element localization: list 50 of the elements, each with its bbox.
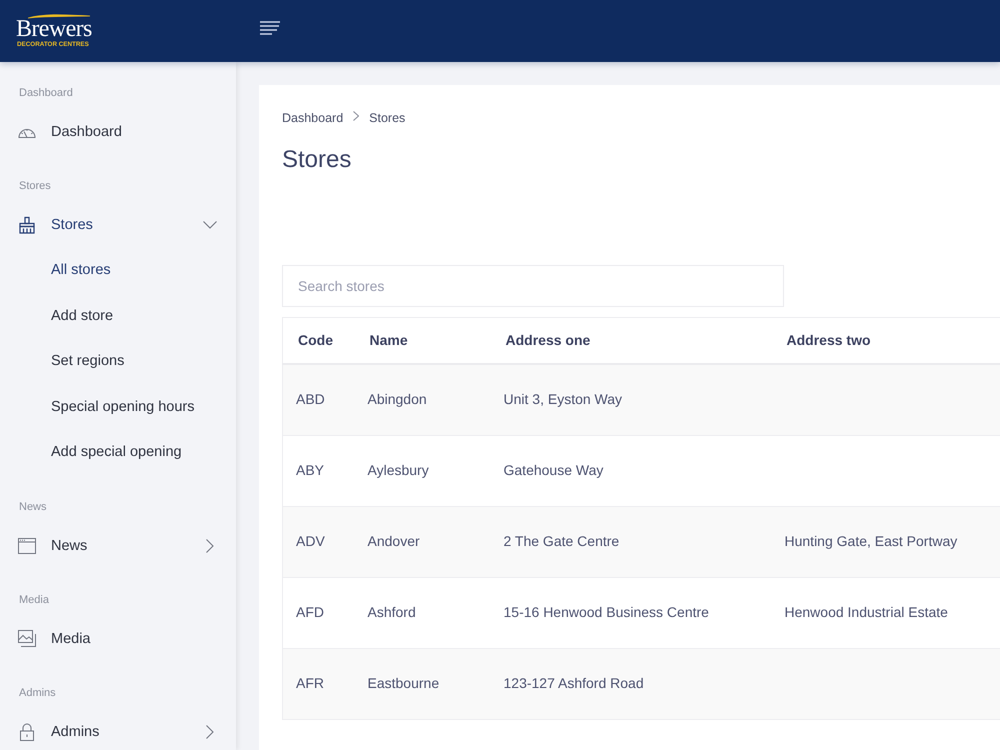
column-header: Address two (786, 332, 871, 348)
chevron-right-icon (353, 110, 360, 120)
breadcrumb-link[interactable]: Dashboard (282, 108, 344, 128)
table-cell: Hunting Gate, East Portway (784, 533, 958, 549)
section-heading: News (18, 500, 48, 514)
table-cell: Aylesbury (368, 462, 429, 478)
image-icon (18, 630, 36, 647)
brand-name: Brewers (16, 18, 92, 38)
table-cell: 123-127 Ashford Road (504, 675, 644, 691)
table-cell: Henwood Industrial Estate (784, 604, 948, 620)
column-header: Address one (506, 332, 590, 348)
browser-window-icon (18, 538, 36, 554)
sidebar-subitem[interactable]: Set regions (0, 339, 236, 384)
sidebar-subitem[interactable]: Special opening hours (0, 384, 236, 430)
sidebar-item[interactable]: News (0, 522, 236, 568)
sidebar-item[interactable]: Media (0, 616, 236, 662)
menu-button[interactable] (260, 21, 280, 35)
table-cell: Gatehouse Way (504, 462, 604, 478)
column-header: Code (298, 332, 333, 348)
menu-icon (260, 21, 280, 35)
table-cell: Eastbourne (368, 675, 440, 691)
table-cell: Abingdon (368, 391, 427, 407)
table-cell: 2 The Gate Centre (504, 533, 620, 549)
section-heading: Dashboard (18, 86, 74, 101)
table-cell: Ashford (368, 604, 416, 620)
section-heading: Stores (18, 179, 52, 194)
table-cell: 15-16 Henwood Business Centre (504, 604, 709, 620)
table-cell: ABY (296, 462, 324, 478)
table-cell: ADV (296, 533, 325, 549)
section-heading: Media (18, 592, 50, 608)
gauge-icon (18, 126, 36, 138)
logo-swoosh-icon (28, 14, 90, 18)
table-cell: Unit 3, Eyston Way (504, 391, 622, 407)
sidebar-item[interactable]: Dashboard (0, 109, 236, 155)
sidebar-subitem[interactable]: All stores (0, 248, 236, 294)
table-cell: AFR (296, 675, 324, 691)
sidebar-item[interactable]: Admins (0, 708, 236, 750)
page-title: Stores (282, 145, 352, 175)
sidebar-subitem[interactable]: Add special opening (0, 430, 236, 476)
sidebar-item[interactable]: Stores (0, 202, 236, 248)
paintbrush-icon (18, 216, 36, 234)
table-cell: AFD (296, 604, 324, 620)
column-header: Name (370, 332, 408, 348)
section-heading: Admins (18, 686, 57, 700)
breadcrumb-current: Stores (369, 110, 406, 127)
padlock-icon (20, 722, 34, 740)
table-cell: Andover (368, 533, 420, 549)
sidebar-subitem[interactable]: Add store (0, 294, 236, 339)
table-cell: ABD (296, 391, 325, 407)
search-field[interactable]: Search stores (282, 265, 784, 307)
